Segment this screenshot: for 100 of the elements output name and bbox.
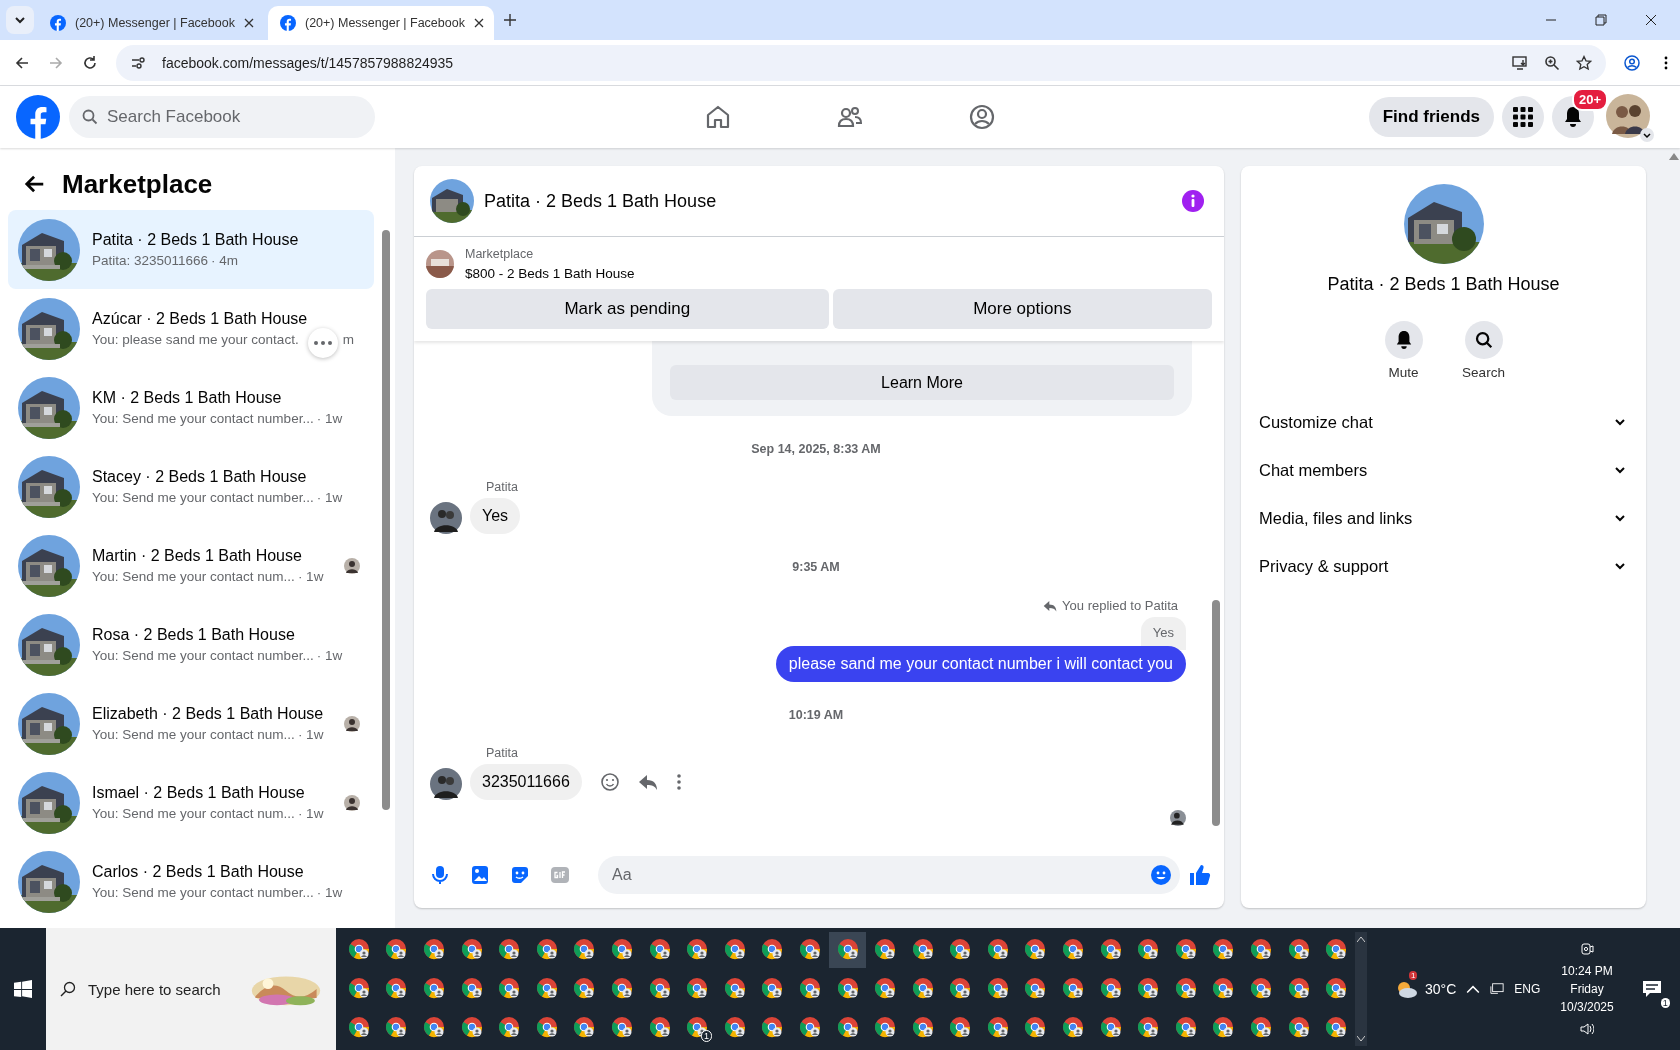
weather-widget[interactable]: 30°C xyxy=(1395,979,1457,999)
chrome-icon xyxy=(1137,977,1160,999)
reload-icon[interactable] xyxy=(82,54,98,71)
message-time: · 4m xyxy=(211,253,239,268)
conversation-item[interactable]: Martin · 2 Beds 1 Bath House You: Send me your contact num... · 1w xyxy=(8,526,374,605)
listing-button[interactable]: More options xyxy=(832,289,1212,329)
conversation-title: Martin · 2 Beds 1 Bath House xyxy=(92,546,302,565)
home-icon[interactable] xyxy=(704,103,732,131)
site-settings-icon[interactable] xyxy=(130,54,146,71)
menu-button[interactable] xyxy=(1502,96,1544,138)
chrome-icon xyxy=(1212,938,1235,960)
restore-icon[interactable] xyxy=(1595,14,1607,26)
back-icon[interactable] xyxy=(14,54,30,71)
close-icon[interactable] xyxy=(1645,14,1657,26)
chrome-icon xyxy=(798,938,821,960)
conversation-title: Carlos · 2 Beds 1 Bath House xyxy=(92,862,304,881)
scroll-up-icon[interactable] xyxy=(1357,936,1366,942)
chrome-icon xyxy=(1137,938,1160,960)
profile-icon[interactable] xyxy=(1624,54,1640,71)
conversation-title: Azúcar · 2 Beds 1 Bath House xyxy=(92,309,308,328)
search-button[interactable] xyxy=(1464,321,1503,359)
taskbar-search-field[interactable]: Type here to search xyxy=(86,979,240,999)
chrome-icon xyxy=(1062,977,1085,999)
learn-more-button[interactable]: Learn More xyxy=(670,365,1174,400)
scroll-up-icon[interactable] xyxy=(1669,152,1679,160)
facebook-logo[interactable] xyxy=(16,95,60,139)
browser-tab[interactable]: (20+) Messenger | Facebook xyxy=(38,6,264,40)
chrome-icon xyxy=(1062,1016,1085,1038)
listing-title[interactable]: $800 - 2 Beds 1 Bath House xyxy=(465,266,635,281)
close-icon[interactable] xyxy=(473,18,484,28)
zoom-icon[interactable] xyxy=(1544,54,1560,71)
back-icon[interactable] xyxy=(24,173,46,195)
more-icon[interactable] xyxy=(675,772,682,792)
conversation-item[interactable]: Elizabeth · 2 Beds 1 Bath House You: Send me your contact num... · 1w xyxy=(8,684,374,763)
message-time: · 1w xyxy=(297,727,324,742)
chrome-icon xyxy=(986,938,1009,960)
meet-icon[interactable] xyxy=(1580,942,1594,956)
chrome-icon xyxy=(1099,938,1122,960)
address-bar[interactable]: facebook.com/messages/t/1457857988824935 xyxy=(116,44,1606,81)
image-icon[interactable] xyxy=(470,865,490,885)
scroll-down-icon[interactable] xyxy=(1357,1036,1366,1042)
section-header[interactable]: Chat members xyxy=(1249,446,1638,494)
message-preview: You: Send me your contact num... xyxy=(92,806,295,821)
more-button[interactable] xyxy=(307,327,338,358)
chrome-icon xyxy=(874,1016,897,1038)
network-icon[interactable] xyxy=(1490,982,1505,996)
info-icon[interactable] xyxy=(1182,190,1204,212)
chrome-icon xyxy=(460,1016,483,1038)
conversation-item[interactable]: Carlos · 2 Beds 1 Bath House You: Send me your contact number... · 1w xyxy=(8,842,374,921)
microphone-icon[interactable] xyxy=(430,865,450,885)
conversation-item[interactable]: Stacey · 2 Beds 1 Bath House You: Send me your contact number... · 1w xyxy=(8,447,374,526)
search-field[interactable]: Search Facebook xyxy=(69,96,375,138)
section-header[interactable]: Privacy & support xyxy=(1249,542,1638,590)
taskbar-button[interactable]: 1 xyxy=(678,1010,716,1046)
chrome-icon xyxy=(723,1016,746,1038)
conversation-item[interactable]: Azúcar · 2 Beds 1 Bath House You: please sand me your contact. m xyxy=(8,289,374,368)
volume-icon[interactable] xyxy=(1580,1022,1594,1036)
account-avatar[interactable] xyxy=(1606,94,1652,140)
clock[interactable]: 10:24 PM Friday 10/3/2025 xyxy=(1560,964,1614,1014)
bell-icon xyxy=(1563,106,1583,128)
chrome-icon xyxy=(1325,977,1348,999)
message-field[interactable]: Aa xyxy=(598,856,1180,894)
profile-icon[interactable] xyxy=(968,103,996,131)
caret-icon[interactable] xyxy=(1640,128,1654,142)
chrome-icon xyxy=(347,1016,370,1038)
chrome-icon xyxy=(911,977,934,999)
listing-button[interactable]: Mark as pending xyxy=(426,289,829,329)
taskbar-button[interactable] xyxy=(828,932,867,968)
sticker-icon[interactable] xyxy=(510,865,530,885)
section-header[interactable]: Customize chat xyxy=(1249,398,1638,446)
install-icon[interactable] xyxy=(1512,54,1528,71)
chrome-icon xyxy=(1099,1016,1122,1038)
section-header[interactable]: Media, files and links xyxy=(1249,494,1638,542)
conversation-item[interactable]: Ismael · 2 Beds 1 Bath House You: Send me your contact num... · 1w xyxy=(8,763,374,842)
chrome-icon xyxy=(761,977,784,999)
browser-tab[interactable]: (20+) Messenger | Facebook xyxy=(268,6,494,40)
reply-icon[interactable] xyxy=(637,772,658,792)
chrome-icon xyxy=(1325,938,1348,960)
find-friends-button[interactable]: Find friends xyxy=(1368,97,1494,137)
facebook-icon xyxy=(50,15,66,31)
star-icon[interactable] xyxy=(1576,54,1592,71)
windows-icon[interactable] xyxy=(14,980,32,998)
bell-icon xyxy=(1394,330,1413,350)
scrollbar[interactable] xyxy=(1355,932,1368,1046)
notifications-icon[interactable] xyxy=(1641,980,1662,998)
chrome-icon xyxy=(1024,938,1047,960)
conversation-title: KM · 2 Beds 1 Bath House xyxy=(92,388,282,407)
new-tab-icon[interactable] xyxy=(504,14,516,26)
conversation-item[interactable]: Patita · 2 Beds 1 Bath House Patita: 3235011666 · 4m xyxy=(8,210,374,289)
mute-button[interactable] xyxy=(1384,321,1423,359)
chrome-icon xyxy=(1212,1016,1235,1038)
emoji-icon[interactable] xyxy=(1150,864,1172,886)
language-indicator[interactable]: ENG xyxy=(1514,982,1541,996)
conversation-item[interactable]: Rosa · 2 Beds 1 Bath House You: Send me your contact number... · 1w xyxy=(8,605,374,684)
smiley-icon[interactable] xyxy=(599,772,620,792)
conversation-item[interactable]: KM · 2 Beds 1 Bath House You: Send me your contact number... · 1w xyxy=(8,368,374,447)
close-icon[interactable] xyxy=(243,18,254,28)
tab-search-button[interactable] xyxy=(6,6,34,34)
message-preview: You: Send me your contact number... xyxy=(92,885,314,900)
thumbs-up-icon[interactable] xyxy=(1188,863,1212,887)
